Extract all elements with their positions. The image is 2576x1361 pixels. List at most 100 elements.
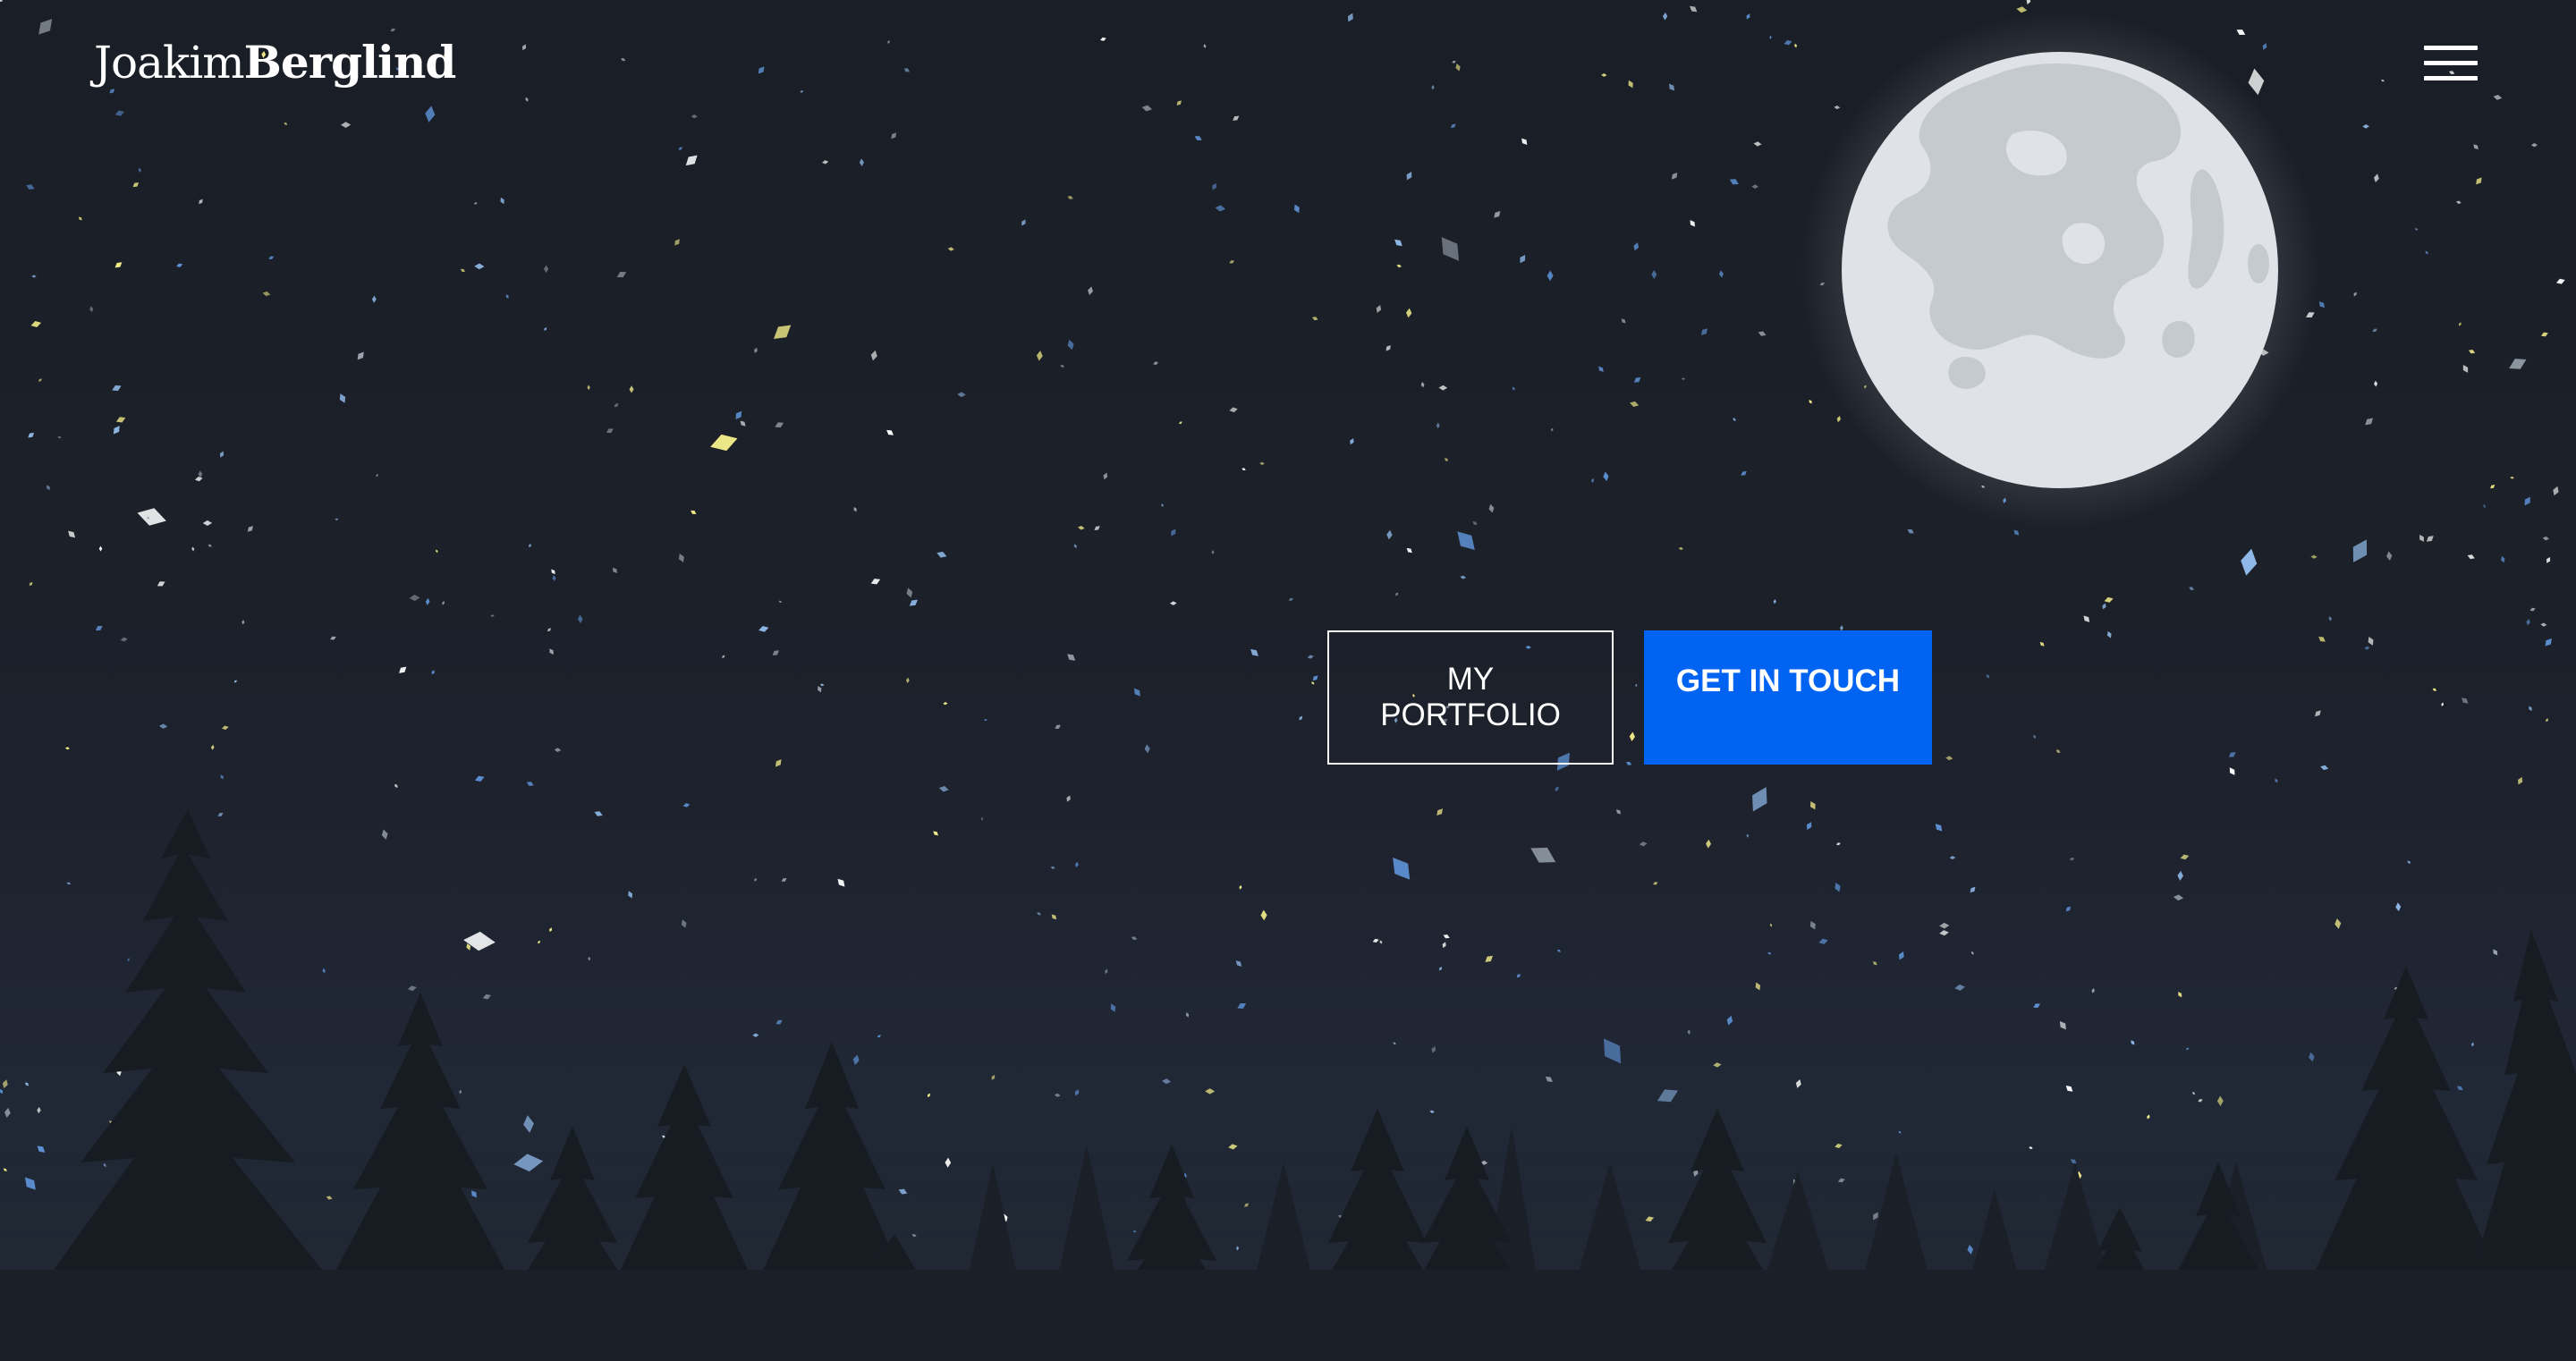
star [1758,331,1767,336]
star [1784,39,1792,46]
star [1396,264,1402,268]
star [2374,173,2379,182]
star [357,351,364,360]
night-sky-background [0,0,2576,1361]
star [2459,322,2462,326]
star [1457,531,1475,551]
star [819,683,825,687]
star [620,58,626,62]
star [1055,724,1061,730]
star [68,530,76,538]
star [983,718,987,722]
star [821,160,829,165]
site-logo[interactable]: JoakimBerglind [94,36,456,89]
star [442,601,445,605]
star [1452,60,1456,63]
star [473,202,478,205]
star [1907,528,1914,534]
star [1386,529,1393,540]
star [2473,144,2479,150]
star [221,725,229,731]
star [220,774,224,780]
star [1066,795,1071,802]
star [2555,278,2565,284]
star [754,347,758,354]
star [1690,5,1698,13]
star [1250,648,1258,656]
star [1431,84,1435,90]
star [247,526,253,532]
star [1590,478,1595,484]
star [2352,539,2368,562]
star [490,614,495,617]
star [1312,675,1318,681]
star [2553,486,2559,496]
star [394,783,398,788]
star [2546,718,2548,723]
star [460,268,466,272]
star [1153,361,1159,365]
star [115,417,126,423]
star [758,625,769,632]
star [29,581,33,587]
star [886,429,894,435]
star [543,265,549,274]
star [1621,318,1626,324]
star [2275,778,2278,783]
star [2318,300,2325,309]
star [1986,673,1990,679]
star [1229,260,1235,264]
star [1628,80,1633,89]
star [2526,618,2530,626]
star [1834,106,1841,110]
star [340,122,352,128]
my-portfolio-label: MY PORTFOLIO [1380,662,1561,732]
star [1681,377,1686,381]
star [1436,422,1440,429]
star [1021,219,1026,226]
hamburger-menu-icon[interactable] [2415,43,2478,88]
star [943,702,948,706]
star [2490,485,2496,489]
star [1445,458,1449,461]
star [606,428,614,434]
star [2310,554,2318,559]
get-in-touch-button[interactable]: GET IN TOUCH [1644,630,1932,765]
star [2483,503,2486,509]
star [1625,761,1632,765]
star [1769,35,1772,39]
star [1395,592,1399,596]
star [2518,777,2523,785]
star [2368,636,2374,646]
logo-first-name: Joakim [94,37,245,89]
star [1441,237,1460,261]
star [2026,0,2031,4]
star [2545,638,2553,647]
star [2328,616,2332,621]
star [2102,603,2106,610]
star [1809,399,1812,404]
star [1633,242,1640,251]
star [505,294,509,299]
star [335,518,339,521]
star [1455,63,1461,72]
star [262,291,271,297]
star [1088,286,1093,296]
star [2441,702,2444,706]
star [2320,765,2329,771]
star [549,648,554,655]
star [2530,143,2538,148]
star [1067,654,1076,661]
star [1451,123,1456,129]
star [2461,697,2469,704]
star [1229,407,1238,413]
get-in-touch-label: GET IN TOUCH [1675,664,1901,698]
star [1662,12,1668,21]
star [1651,270,1657,279]
star [887,39,890,45]
star [1630,401,1640,407]
star [1668,83,1675,91]
star [2374,380,2378,387]
my-portfolio-button[interactable]: MY PORTFOLIO [1327,630,1614,765]
star [1550,427,1554,432]
